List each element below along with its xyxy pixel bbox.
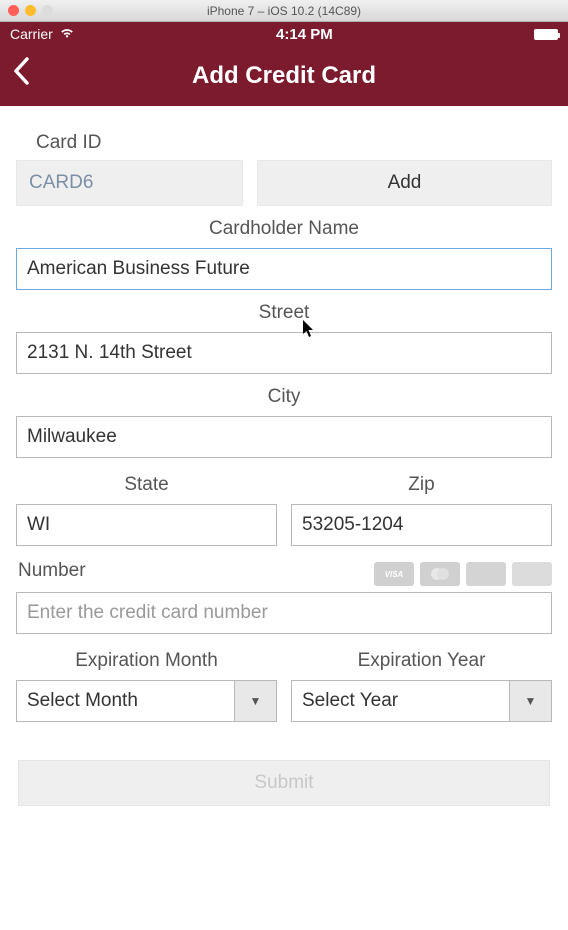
mastercard-icon: [420, 562, 460, 586]
discover-icon: [512, 562, 552, 586]
simulator-titlebar: iPhone 7 – iOS 10.2 (14C89): [0, 0, 568, 22]
add-button[interactable]: Add: [257, 160, 552, 206]
state-label: State: [16, 462, 277, 504]
card-number-input[interactable]: [16, 592, 552, 634]
battery-icon: [534, 29, 558, 40]
exp-year-label: Expiration Year: [291, 638, 552, 680]
cardholder-label: Cardholder Name: [16, 206, 552, 248]
carrier-label: Carrier: [10, 26, 53, 42]
exp-year-select[interactable]: Select Year ▼: [291, 680, 552, 722]
page-title: Add Credit Card: [0, 62, 568, 90]
exp-month-value: Select Month: [17, 681, 234, 721]
chevron-down-icon: ▼: [509, 681, 551, 721]
ios-status-bar: Carrier 4:14 PM: [0, 22, 568, 46]
minimize-window-button[interactable]: [25, 5, 36, 16]
zoom-window-button[interactable]: [42, 5, 53, 16]
card-brand-icons: VISA: [374, 562, 552, 586]
chevron-down-icon: ▼: [234, 681, 276, 721]
exp-year-value: Select Year: [292, 681, 509, 721]
exp-month-select[interactable]: Select Month ▼: [16, 680, 277, 722]
card-id-label: Card ID: [16, 120, 552, 160]
zip-input[interactable]: [291, 504, 552, 546]
back-button[interactable]: [12, 56, 30, 96]
simulator-title: iPhone 7 – iOS 10.2 (14C89): [0, 4, 568, 18]
card-id-input[interactable]: [16, 160, 243, 206]
zip-label: Zip: [291, 462, 552, 504]
navigation-bar: Add Credit Card: [0, 46, 568, 106]
city-label: City: [16, 374, 552, 416]
status-time: 4:14 PM: [276, 26, 333, 43]
window-controls[interactable]: [8, 5, 53, 16]
visa-icon: VISA: [374, 562, 414, 586]
close-window-button[interactable]: [8, 5, 19, 16]
city-input[interactable]: [16, 416, 552, 458]
wifi-icon: [59, 26, 75, 42]
submit-button[interactable]: Submit: [18, 760, 550, 806]
amex-icon: [466, 562, 506, 586]
cardholder-input[interactable]: [16, 248, 552, 290]
street-input[interactable]: [16, 332, 552, 374]
exp-month-label: Expiration Month: [16, 638, 277, 680]
state-input[interactable]: [16, 504, 277, 546]
number-label: Number: [16, 548, 374, 586]
street-label: Street: [16, 290, 552, 332]
